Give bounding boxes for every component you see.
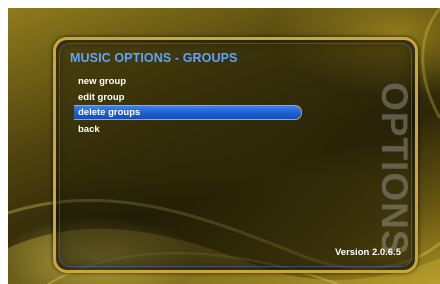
options-watermark-text: OPTIONS [374, 82, 414, 256]
menu-item-edit-group[interactable]: edit group [78, 92, 124, 103]
tv-screen: MUSIC OPTIONS - GROUPS new group edit gr… [8, 8, 440, 284]
menu-item-delete-groups-label: delete groups [78, 107, 141, 118]
version-label: Version 2.0.6.5 [334, 247, 401, 258]
panel-title: MUSIC OPTIONS - GROUPS [70, 51, 238, 65]
menu-item-back[interactable]: back [78, 124, 100, 135]
menu-item-new-group[interactable]: new group [78, 76, 126, 87]
options-watermark: OPTIONS [374, 82, 414, 270]
menu-item-delete-groups-selected[interactable]: delete groups [74, 105, 302, 120]
options-panel: MUSIC OPTIONS - GROUPS new group edit gr… [53, 37, 418, 273]
